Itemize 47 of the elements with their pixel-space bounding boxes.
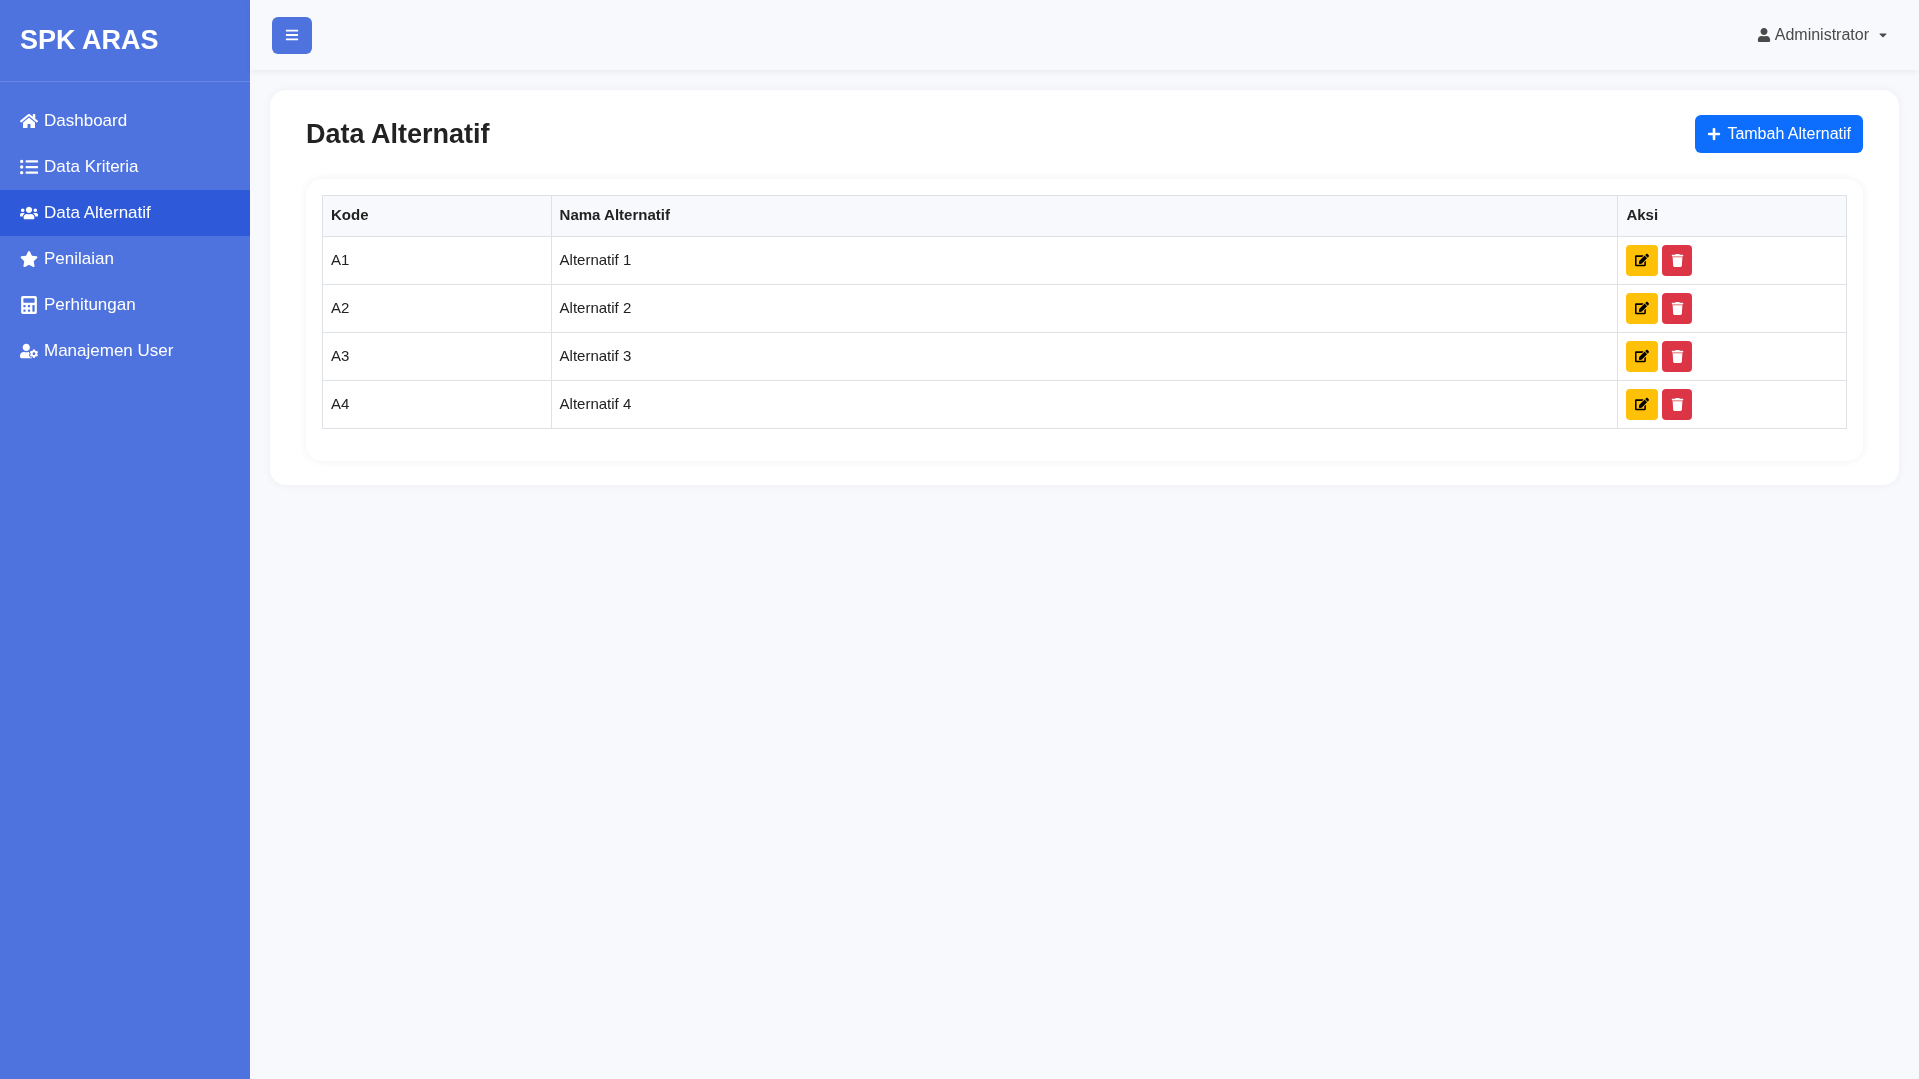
sidebar-item[interactable]: Manajemen User xyxy=(0,328,250,374)
edit-button[interactable] xyxy=(1626,244,1659,276)
edit-icon xyxy=(1635,349,1650,363)
user-menu[interactable]: Administrator xyxy=(1756,23,1897,47)
page-title: Data Alternatif xyxy=(306,118,490,151)
sidebar-item[interactable]: Penilaian xyxy=(0,236,250,282)
table-cell: A4 xyxy=(322,380,552,428)
column-header: Aksi xyxy=(1617,195,1847,236)
plus-icon xyxy=(1707,127,1722,142)
delete-button[interactable] xyxy=(1662,388,1693,420)
trash-icon xyxy=(1670,253,1684,267)
menu-button[interactable] xyxy=(272,16,312,54)
add-button[interactable]: Tambah Alternatif xyxy=(1695,115,1863,154)
sidebar-item[interactable]: Perhitungan xyxy=(0,282,250,328)
delete-button[interactable] xyxy=(1662,244,1693,276)
user-gear-icon xyxy=(20,342,38,360)
list-icon xyxy=(20,158,38,176)
trash-icon xyxy=(1670,397,1684,411)
sidebar-item[interactable]: Data Alternatif xyxy=(0,190,250,236)
calculator-icon xyxy=(20,296,38,314)
menu-icon xyxy=(285,28,299,42)
edit-icon xyxy=(1635,301,1650,315)
table-cell: Alternatif 2 xyxy=(551,284,1618,332)
sidebar-item[interactable]: Data Kriteria xyxy=(0,144,250,190)
table-cell: A2 xyxy=(322,284,552,332)
sidebar-item[interactable]: Dashboard xyxy=(0,98,250,144)
trash-icon xyxy=(1670,349,1684,363)
star-icon xyxy=(20,250,38,268)
table-cell: A3 xyxy=(322,332,552,380)
edit-icon xyxy=(1635,397,1650,411)
home-icon xyxy=(20,112,38,130)
edit-button[interactable] xyxy=(1626,388,1659,420)
users-icon xyxy=(20,204,38,222)
edit-button[interactable] xyxy=(1626,340,1659,372)
table-cell: Alternatif 4 xyxy=(551,380,1618,428)
edit-button[interactable] xyxy=(1626,292,1659,324)
table-cell: A1 xyxy=(322,236,552,284)
edit-icon xyxy=(1635,253,1650,267)
user-icon xyxy=(1756,28,1771,42)
column-header: Nama Alternatif xyxy=(551,195,1618,236)
table-cell: Alternatif 1 xyxy=(551,236,1618,284)
column-header: Kode xyxy=(322,195,552,236)
delete-button[interactable] xyxy=(1662,340,1693,372)
brand-title: SPK ARAS xyxy=(20,24,159,58)
table-cell: Alternatif 3 xyxy=(551,332,1618,380)
trash-icon xyxy=(1670,301,1684,315)
delete-button[interactable] xyxy=(1662,292,1693,324)
